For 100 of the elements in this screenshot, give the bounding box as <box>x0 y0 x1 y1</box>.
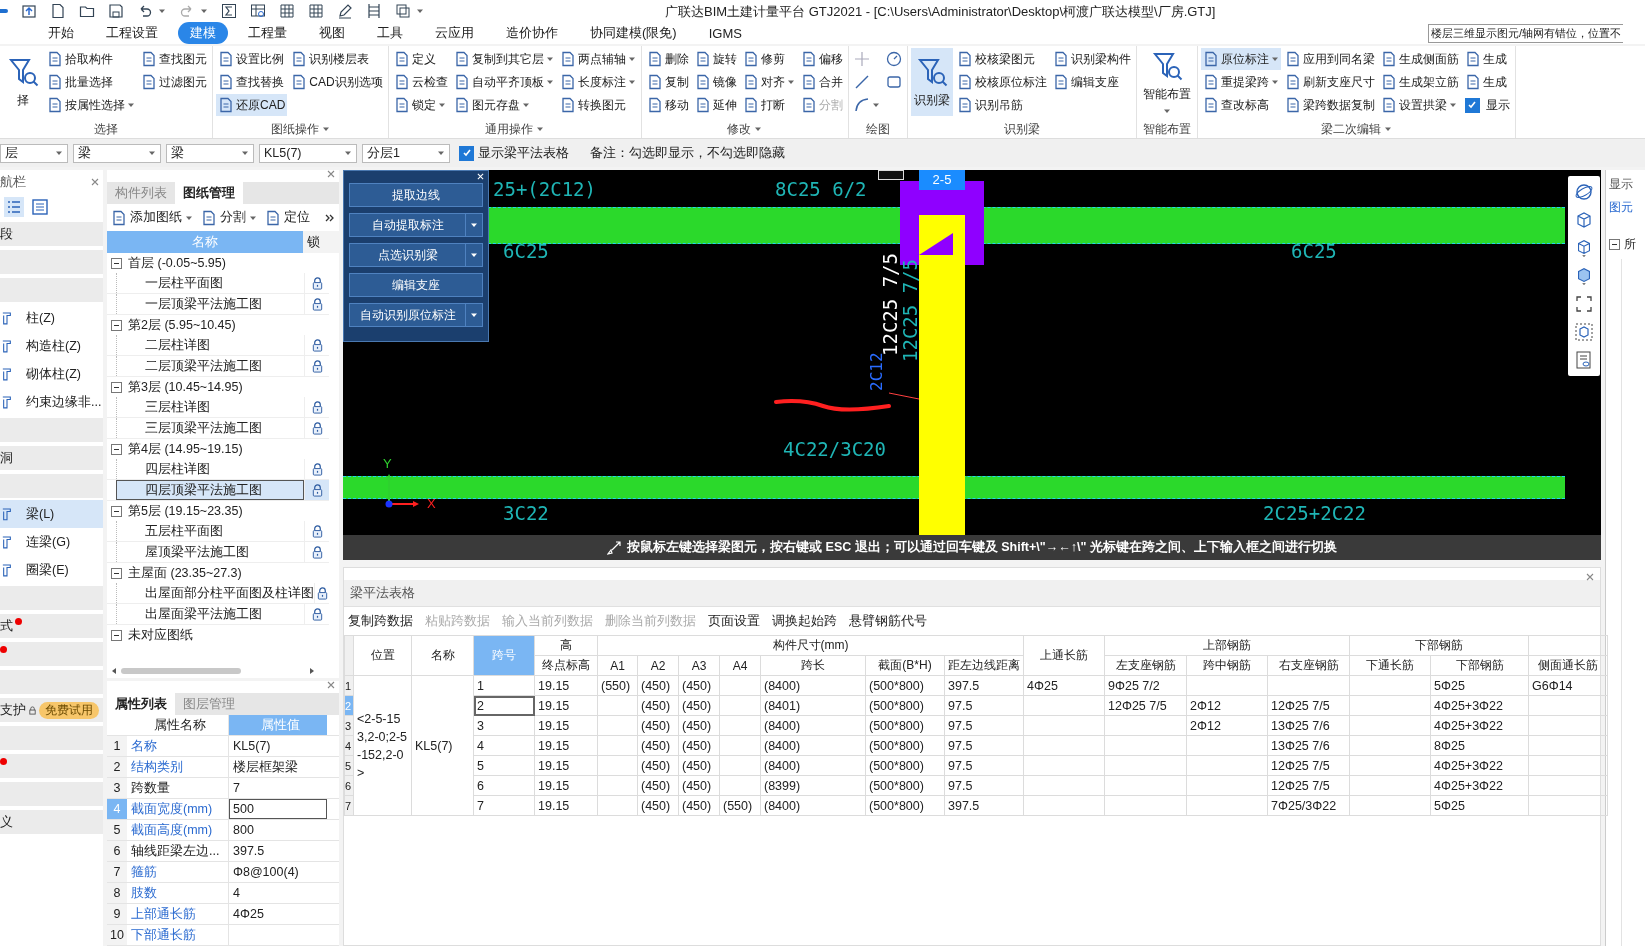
ribbon-button[interactable]: 旋转 <box>692 48 739 70</box>
menu-tab[interactable]: 开始 <box>36 22 86 44</box>
tree-item[interactable]: 三层顶梁平法施工图 <box>116 418 304 438</box>
nav-category[interactable]: 洞 <box>0 446 103 470</box>
column-header[interactable]: 截面(B*H) <box>865 655 945 676</box>
nav-item[interactable]: 构造柱(Z) <box>0 332 103 360</box>
list-view-icon[interactable] <box>4 197 24 217</box>
scroll-left-icon[interactable] <box>111 668 117 674</box>
property-value[interactable]: KL5(7) <box>229 736 327 756</box>
column-header[interactable]: 名称 <box>411 635 474 676</box>
recognize-button[interactable]: 自动识别原位标注 <box>349 303 483 327</box>
ribbon-button[interactable]: 生成 <box>1462 71 1512 93</box>
ribbon-button[interactable]: 编辑支座 <box>1050 71 1133 93</box>
collapse-icon[interactable] <box>111 443 122 455</box>
tree-item[interactable]: 出屋面梁平法施工图 <box>116 604 304 624</box>
nav-category[interactable]: 支护 免费试用 <box>0 698 103 722</box>
recognize-button[interactable]: 编辑支座 <box>349 273 483 297</box>
pen-icon[interactable] <box>337 3 353 19</box>
save-icon[interactable] <box>108 3 124 19</box>
ribbon-button[interactable]: 应用到同名梁 <box>1282 48 1377 70</box>
lock-icon[interactable] <box>310 400 324 414</box>
recognize-button[interactable]: 点选识别梁 <box>349 243 483 267</box>
ribbon-button[interactable]: 自动平齐顶板 <box>451 71 556 93</box>
table-action-button[interactable]: 页面设置 <box>708 612 760 630</box>
show-table-checkbox[interactable]: 显示梁平法表格 <box>459 144 569 162</box>
tree-item[interactable]: 四层顶梁平法施工图 <box>116 480 304 500</box>
caret-icon[interactable] <box>321 125 330 133</box>
ruler-icon[interactable] <box>366 3 382 19</box>
tree-item[interactable]: 二层柱详图 <box>116 335 304 355</box>
ribbon-button[interactable]: 复制到其它层 <box>451 48 556 70</box>
property-value[interactable]: 7 <box>229 778 327 798</box>
panel-tab[interactable]: 图元 <box>1609 199 1645 216</box>
trial-badge[interactable]: 免费试用 <box>39 701 99 719</box>
lock-icon[interactable] <box>310 545 324 559</box>
ribbon-button[interactable]: 设置拱梁 <box>1378 94 1461 116</box>
folder-icon[interactable] <box>79 3 95 19</box>
lock-icon[interactable] <box>310 607 324 621</box>
column-header[interactable]: A4 <box>719 655 761 676</box>
ribbon-button[interactable]: 识别梁 <box>910 48 953 116</box>
collapse-icon[interactable] <box>111 381 122 393</box>
menu-tab[interactable]: 视图 <box>307 22 357 44</box>
ribbon-button[interactable]: 查改标高 <box>1200 94 1281 116</box>
copy-icon[interactable] <box>395 3 411 19</box>
column-header[interactable]: A3 <box>678 655 720 676</box>
nav-category[interactable]: 段 <box>0 222 103 246</box>
column-header[interactable]: 下通长筋 <box>1349 655 1431 676</box>
nav-category[interactable]: 义 <box>0 810 103 834</box>
ribbon-button[interactable]: 对齐 <box>740 71 797 93</box>
lock-icon[interactable] <box>310 421 324 435</box>
nav-item[interactable]: 梁(L) <box>0 500 103 528</box>
column-header[interactable]: 上通长筋 <box>1023 635 1105 676</box>
property-value[interactable]: 397.5 <box>229 841 327 861</box>
ribbon-button[interactable]: 延伸 <box>692 94 739 116</box>
ribbon-button[interactable]: 图元存盘 <box>451 94 556 116</box>
tree-item[interactable]: 二层顶梁平法施工图 <box>116 356 304 376</box>
ribbon-button[interactable]: 移动 <box>644 94 691 116</box>
panel-tab[interactable]: 图纸管理 <box>175 182 243 204</box>
lock-icon[interactable] <box>310 338 324 352</box>
ribbon-button[interactable]: 锁定 <box>391 94 450 116</box>
panel-action-button[interactable]: 定位 <box>265 209 310 226</box>
lock-icon[interactable] <box>310 462 324 476</box>
ribbon-button[interactable]: 查找图元 <box>139 48 209 70</box>
nav-item[interactable]: 约束边缘非... <box>0 388 103 416</box>
upload-icon[interactable] <box>21 3 37 19</box>
column-header[interactable]: A1 <box>597 655 638 676</box>
ribbon-button[interactable]: 重提梁跨 <box>1200 71 1281 93</box>
fit-view-icon[interactable] <box>1574 294 1594 314</box>
lock-icon[interactable] <box>310 276 324 290</box>
lock-icon[interactable] <box>315 586 329 600</box>
ribbon-button[interactable]: 两点辅轴 <box>557 48 638 70</box>
select-field[interactable]: KL5(7) <box>259 143 357 163</box>
ribbon-button[interactable]: 云检查 <box>391 71 450 93</box>
ribbon-button[interactable]: 删除 <box>644 48 691 70</box>
caret-icon[interactable] <box>754 125 763 133</box>
collapse-icon[interactable] <box>111 319 122 331</box>
nav-item[interactable]: 柱(Z) <box>0 304 103 332</box>
caret-icon[interactable] <box>536 125 545 133</box>
menu-tab[interactable]: IGMS <box>696 22 754 44</box>
ribbon-button[interactable]: 择 <box>3 48 43 116</box>
ribbon-button[interactable]: 合并 <box>798 71 845 93</box>
ribbon-button[interactable]: 查找替换 <box>216 71 288 93</box>
cube-select-icon[interactable] <box>1574 322 1594 342</box>
cube-3d-icon[interactable] <box>1574 210 1594 230</box>
ribbon-button[interactable]: 梁跨数据复制 <box>1282 94 1377 116</box>
ribbon-button[interactable]: 识别吊筋 <box>954 94 1049 116</box>
ribbon-button[interactable]: 生成侧面筋 <box>1378 48 1461 70</box>
ribbon-button[interactable]: 刷新支座尺寸 <box>1282 71 1377 93</box>
collapse-icon[interactable] <box>111 257 122 269</box>
menu-tab[interactable]: 协同建模(限免) <box>578 22 689 44</box>
menu-tab[interactable]: 云应用 <box>423 22 486 44</box>
panel-action-button[interactable]: 添加图纸 <box>111 209 193 226</box>
column-header[interactable]: 位置 <box>353 635 412 676</box>
collapse-icon[interactable] <box>111 629 122 641</box>
column-header[interactable]: 跨中钢筋 <box>1186 655 1268 676</box>
menu-tab[interactable]: 建模 <box>178 22 228 44</box>
ribbon-button[interactable]: 设置比例 <box>216 48 288 70</box>
tree-item[interactable]: 屋顶梁平法施工图 <box>116 542 304 562</box>
globe-icon[interactable] <box>1574 182 1594 202</box>
table-action-button[interactable]: 复制跨数据 <box>348 612 413 630</box>
panel-action-button[interactable]: 分割 <box>201 209 257 226</box>
